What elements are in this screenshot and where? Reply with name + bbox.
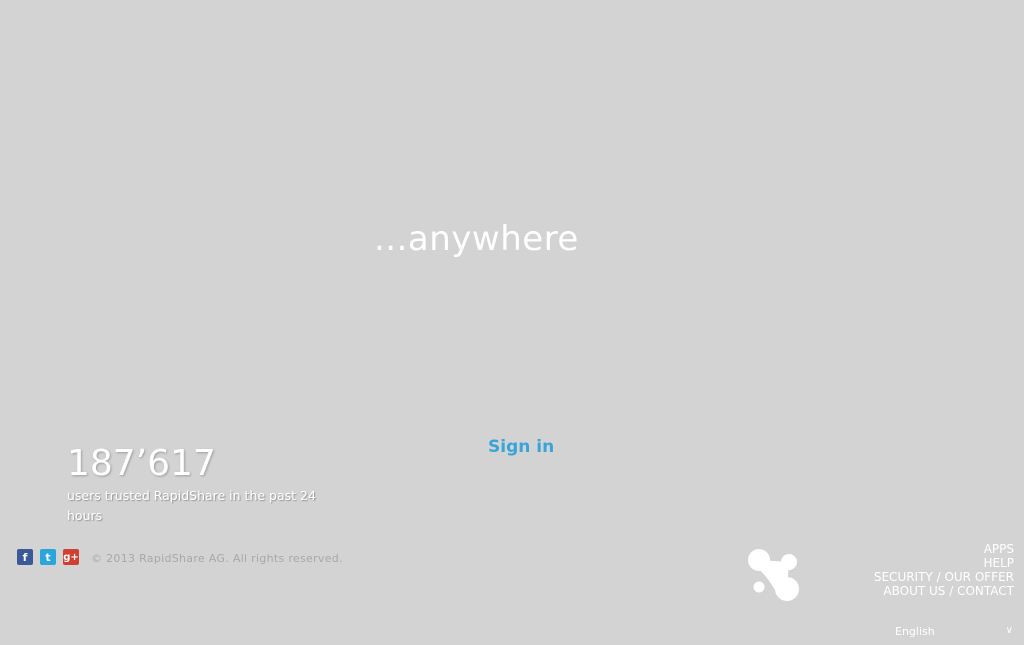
rapidshare-logo-icon	[748, 549, 799, 601]
google-plus-icon[interactable]: g+	[63, 549, 79, 565]
footer-link-contact[interactable]: CONTACT	[957, 584, 1014, 598]
language-select[interactable]: English ∨	[895, 625, 1015, 641]
footer-separator: /	[945, 584, 958, 598]
twitter-icon[interactable]: t	[40, 549, 56, 565]
footer-link-apps[interactable]: APPS	[984, 542, 1014, 556]
footer-link-help[interactable]: HELP	[983, 556, 1014, 570]
footer-link-our-offer[interactable]: OUR OFFER	[944, 570, 1014, 584]
footer-link-security[interactable]: SECURITY	[874, 570, 933, 584]
user-counter: 187’617 users trusted RapidShare in the …	[67, 442, 327, 526]
footer-separator: /	[932, 570, 945, 584]
social-links: f t g+	[17, 549, 79, 565]
facebook-icon[interactable]: f	[17, 549, 33, 565]
footer-link-about-us[interactable]: ABOUT US	[883, 584, 945, 598]
language-selected-value: English	[895, 625, 935, 638]
chevron-down-icon: ∨	[1005, 625, 1013, 636]
footer-nav: APPS HELP SECURITY / OUR OFFER ABOUT US …	[874, 542, 1014, 598]
hero-tagline: ...anywhere	[374, 219, 579, 259]
copyright-text: © 2013 RapidShare AG. All rights reserve…	[91, 552, 343, 565]
sign-in-link[interactable]: Sign in	[488, 437, 554, 457]
user-count: 187’617	[67, 443, 216, 484]
user-count-caption: users trusted RapidShare in the past 24 …	[67, 488, 316, 523]
